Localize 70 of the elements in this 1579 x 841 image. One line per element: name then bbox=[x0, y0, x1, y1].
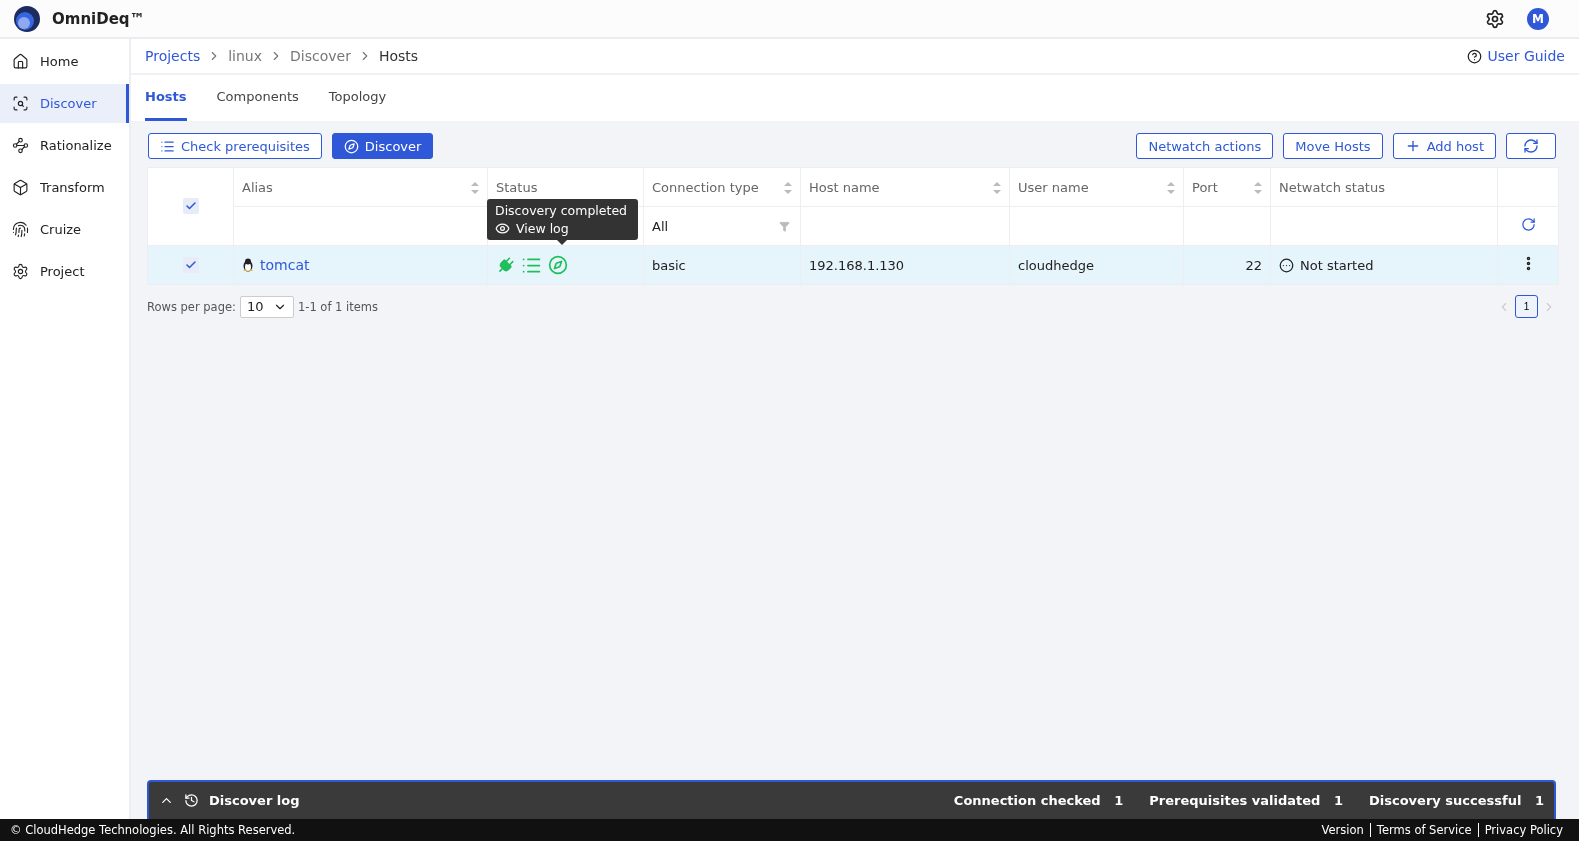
tab[interactable]: Components bbox=[216, 75, 299, 121]
filter-icon[interactable] bbox=[779, 221, 790, 232]
breadcrumb-item: linux bbox=[228, 48, 262, 64]
sort-icon[interactable] bbox=[993, 182, 1001, 194]
settings-icon[interactable] bbox=[1485, 8, 1505, 29]
tab[interactable]: Topology bbox=[328, 75, 387, 121]
table-cell: 192.168.1.130 bbox=[809, 257, 905, 273]
check-icon bbox=[184, 200, 197, 212]
home-icon bbox=[12, 53, 29, 70]
column-header: Alias bbox=[233, 167, 488, 207]
rows-per-page-label: Rows per page: bbox=[147, 299, 236, 314]
sidebar-item[interactable]: Cruize bbox=[0, 210, 129, 249]
sort-icon[interactable] bbox=[471, 182, 479, 194]
penguin-icon bbox=[242, 258, 254, 272]
sidebar-item[interactable]: Home bbox=[0, 42, 129, 81]
column-header: User name bbox=[1009, 167, 1184, 207]
column-header: Host name bbox=[800, 167, 1010, 207]
column-header: Port bbox=[1183, 167, 1271, 207]
column-header: Netwatch status bbox=[1270, 167, 1498, 207]
breadcrumb-item: Discover bbox=[290, 48, 351, 64]
sort-icon[interactable] bbox=[1167, 182, 1175, 194]
toolbar-button[interactable]: Netwatch actions bbox=[1136, 133, 1274, 159]
history-icon bbox=[184, 793, 199, 808]
sidebar-item[interactable]: Rationalize bbox=[0, 126, 129, 165]
page-button[interactable]: 1 bbox=[1515, 295, 1538, 318]
copyright-text: © CloudHedge Technologies. All Rights Reserved. bbox=[10, 823, 296, 837]
breadcrumb-item: Hosts bbox=[378, 48, 419, 64]
compass-icon[interactable] bbox=[548, 255, 568, 275]
host-alias-link[interactable]: tomcat bbox=[260, 257, 310, 273]
table-cell: cloudhedge bbox=[1018, 257, 1094, 273]
reload-icon[interactable] bbox=[1520, 217, 1536, 232]
eye-icon bbox=[495, 221, 510, 236]
pending-icon bbox=[1279, 257, 1294, 273]
discover-button[interactable]: Discover bbox=[331, 133, 434, 159]
refresh-icon bbox=[1523, 138, 1539, 154]
help-icon bbox=[1466, 48, 1482, 64]
sidebar-item[interactable]: Transform bbox=[0, 168, 129, 207]
footer-link[interactable]: Terms of Service bbox=[1369, 823, 1478, 837]
log-count: Discovery successful 1 bbox=[1369, 793, 1544, 808]
sort-icon[interactable] bbox=[784, 182, 792, 194]
log-count: Prerequisites validated 1 bbox=[1149, 793, 1343, 808]
page-size-select[interactable]: 10 bbox=[239, 295, 294, 318]
user-avatar[interactable]: M bbox=[1527, 7, 1549, 30]
user-guide-link[interactable]: User Guide bbox=[1466, 48, 1565, 64]
column-header: Connection type bbox=[643, 167, 801, 207]
logo-icon bbox=[14, 5, 40, 32]
toolbar-button[interactable]: Move Hosts bbox=[1283, 133, 1383, 159]
log-count: Connection checked 1 bbox=[953, 793, 1124, 808]
filter-value[interactable]: All bbox=[652, 218, 669, 234]
table-cell: Not started bbox=[1300, 257, 1374, 273]
refresh-button[interactable] bbox=[1506, 133, 1556, 159]
select-all-checkbox[interactable] bbox=[182, 198, 199, 214]
table-cell: basic bbox=[652, 257, 686, 273]
add-host-button[interactable]: Add host bbox=[1392, 133, 1496, 159]
check-icon bbox=[184, 258, 197, 271]
footer-link[interactable]: Privacy Policy bbox=[1477, 823, 1569, 837]
log-title: Discover log bbox=[209, 793, 300, 808]
list-icon bbox=[160, 138, 175, 154]
breadcrumb-item[interactable]: Projects bbox=[145, 48, 201, 64]
sort-icon[interactable] bbox=[1254, 182, 1262, 194]
sidebar-item[interactable]: Discover bbox=[0, 84, 129, 123]
table-cell: 22 bbox=[1245, 257, 1262, 273]
compass-icon bbox=[343, 138, 359, 154]
row-checkbox[interactable] bbox=[182, 256, 199, 273]
check-prerequisites-button[interactable]: Check prerequisites bbox=[148, 133, 322, 159]
app-name: OmniDeq™ bbox=[52, 9, 145, 28]
tab[interactable]: Hosts bbox=[145, 75, 187, 121]
footer-link[interactable]: Version bbox=[1315, 823, 1370, 837]
range-label: 1-1 of 1 items bbox=[297, 299, 379, 314]
sidebar-item[interactable]: Project bbox=[0, 252, 129, 291]
